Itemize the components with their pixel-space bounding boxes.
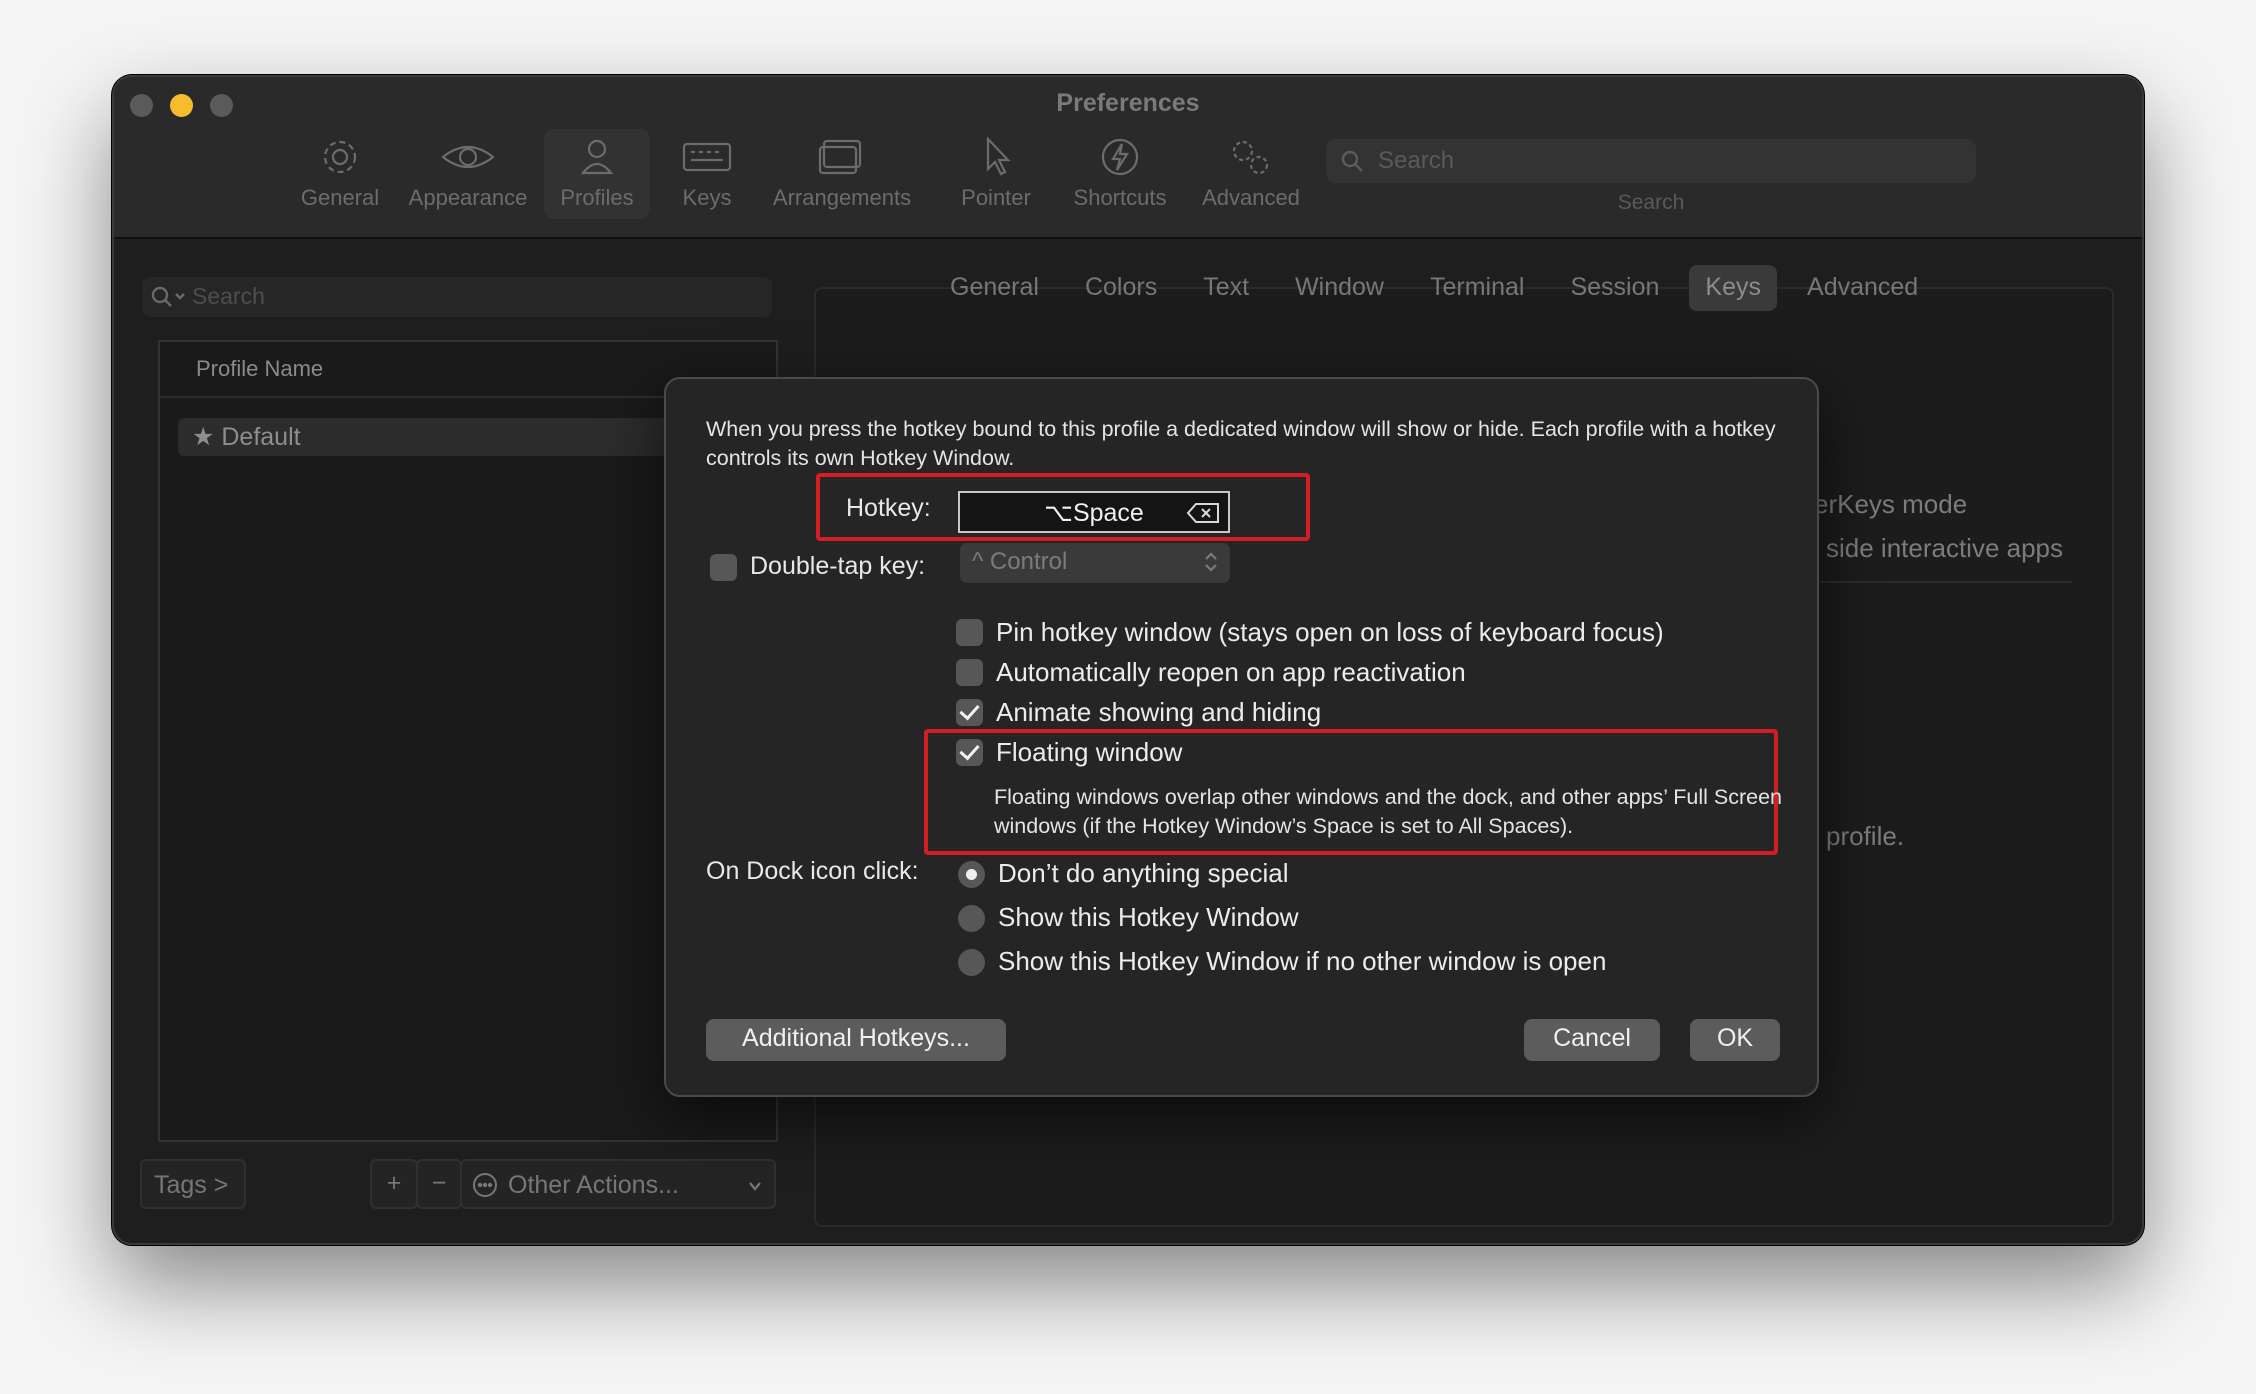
hotkey-value: ⌥Space — [1044, 499, 1144, 527]
clear-hotkey-icon[interactable] — [1186, 501, 1220, 532]
toolbar-search-label: Search — [1617, 191, 1685, 214]
eye-icon — [400, 135, 536, 183]
hotkey-window-dialog: When you press the hotkey bound to this … — [664, 377, 1819, 1097]
additional-hotkeys-button[interactable]: Additional Hotkeys... — [706, 1019, 1006, 1061]
toolbar-pointer[interactable]: Pointer — [950, 129, 1042, 219]
dock-option-show-if-none-label: Show this Hotkey Window if no other wind… — [998, 946, 1607, 976]
tab-session[interactable]: Session — [1554, 265, 1675, 311]
up-down-chevron-icon — [1202, 549, 1220, 582]
tab-advanced[interactable]: Advanced — [1791, 265, 1934, 311]
toolbar-general[interactable]: General — [292, 129, 388, 219]
double-tap-key-select[interactable]: ^ Control — [960, 543, 1230, 583]
profile-name: Default — [221, 423, 301, 451]
toolbar-advanced[interactable]: Advanced — [1192, 129, 1310, 219]
preferences-window: Preferences General Appearance Profiles … — [112, 75, 2144, 1245]
dock-option-nothing-radio[interactable] — [958, 861, 985, 888]
double-tap-label: Double-tap key: — [750, 552, 926, 580]
floating-window-label: Floating window — [996, 737, 1183, 767]
gears-icon — [1192, 135, 1310, 183]
floating-window-checkbox[interactable] — [956, 739, 983, 766]
search-icon — [150, 285, 188, 314]
person-icon — [544, 135, 650, 183]
ok-button[interactable]: OK — [1690, 1019, 1780, 1061]
toolbar-arrangements[interactable]: Arrangements — [762, 129, 922, 219]
profile-tabs: General Colors Text Window Terminal Sess… — [934, 265, 1948, 311]
profile-search-input[interactable]: Search — [142, 277, 772, 317]
search-icon — [1340, 149, 1364, 178]
dock-option-show-label: Show this Hotkey Window — [998, 902, 1299, 932]
tab-general[interactable]: General — [934, 265, 1055, 311]
chevron-down-icon — [746, 1173, 764, 1202]
windows-icon — [762, 135, 922, 183]
hotkey-field[interactable]: ⌥Space — [958, 491, 1230, 533]
tab-window[interactable]: Window — [1279, 265, 1400, 311]
star-icon: ★ — [192, 423, 215, 451]
double-tap-checkbox[interactable] — [710, 554, 737, 581]
animate-checkbox[interactable] — [956, 699, 983, 726]
dock-option-nothing-label: Don’t do anything special — [998, 858, 1289, 888]
auto-reopen-label: Automatically reopen on app reactivation — [996, 657, 1466, 687]
dialog-description: When you press the hotkey bound to this … — [706, 417, 1776, 470]
window-title: Preferences — [1056, 89, 1200, 117]
cancel-button[interactable]: Cancel — [1524, 1019, 1660, 1061]
pointer-icon — [950, 135, 1042, 183]
tags-button[interactable]: Tags > — [140, 1159, 246, 1209]
toolbar-search-field[interactable]: Search — [1326, 139, 1976, 183]
background-text: side interactive apps — [1826, 533, 2064, 563]
pin-hotkey-window-label: Pin hotkey window (stays open on loss of… — [996, 617, 1664, 647]
tab-terminal[interactable]: Terminal — [1414, 265, 1540, 311]
toolbar-keys[interactable]: Keys — [662, 129, 752, 219]
toolbar-appearance[interactable]: Appearance — [400, 129, 536, 219]
pin-hotkey-window-checkbox[interactable] — [956, 619, 983, 646]
tab-text[interactable]: Text — [1187, 265, 1265, 311]
tab-colors[interactable]: Colors — [1069, 265, 1173, 311]
add-profile-button[interactable]: + — [370, 1159, 418, 1209]
tab-keys[interactable]: Keys — [1689, 265, 1778, 311]
toolbar-shortcuts[interactable]: Shortcuts — [1062, 129, 1178, 219]
background-text: erKeys mode — [1814, 489, 1968, 519]
titlebar: Preferences General Appearance Profiles … — [114, 77, 2142, 239]
other-actions-menu[interactable]: Other Actions... — [460, 1159, 776, 1209]
divider — [1820, 581, 2072, 583]
auto-reopen-checkbox[interactable] — [956, 659, 983, 686]
gear-icon — [292, 135, 388, 183]
animate-label: Animate showing and hiding — [996, 697, 1322, 727]
background-text: profile. — [1826, 821, 1905, 851]
remove-profile-button[interactable]: − — [416, 1159, 462, 1209]
toolbar-profiles[interactable]: Profiles — [544, 129, 650, 219]
floating-window-help: Floating windows overlap other windows a… — [994, 785, 1782, 838]
dock-click-label: On Dock icon click: — [706, 857, 919, 885]
keyboard-icon — [662, 135, 752, 183]
ellipsis-circle-icon — [472, 1172, 498, 1205]
lightning-icon — [1062, 135, 1178, 183]
dock-option-show-if-none-radio[interactable] — [958, 949, 985, 976]
hotkey-label: Hotkey: — [846, 494, 931, 522]
dock-option-show-radio[interactable] — [958, 905, 985, 932]
